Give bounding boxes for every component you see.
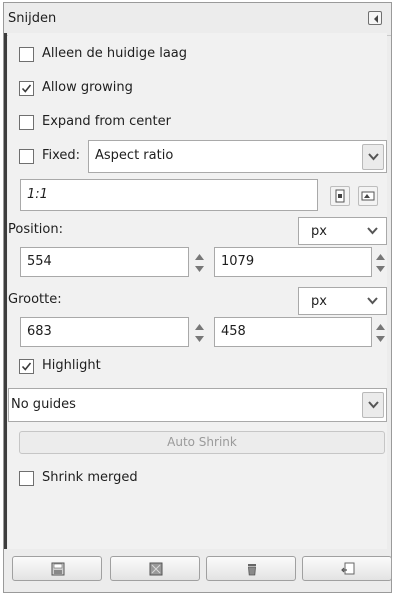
save-preset-icon [51,562,65,576]
save-preset-button[interactable] [12,556,102,581]
size-height-input[interactable]: 458 [214,317,372,347]
auto-shrink-button[interactable]: Auto Shrink [19,431,385,454]
highlight-label: Highlight [42,358,101,373]
chevron-down-icon[interactable] [362,220,384,242]
shrink-merged-label: Shrink merged [42,470,138,485]
allow-growing-label: Allow growing [42,80,133,95]
size-width-spinner-icon[interactable] [193,319,206,347]
tool-options-content: Alleen de huidige laag Allow growing Exp… [8,33,387,549]
checkmark-icon [21,362,32,371]
chevron-down-icon[interactable] [362,290,384,312]
expand-from-center-checkbox[interactable] [19,115,34,130]
guides-select[interactable]: No guides [8,388,387,422]
portrait-orientation-icon[interactable] [330,186,350,206]
size-height-spinner-icon[interactable] [374,319,387,347]
size-label: Grootte: [8,292,62,307]
fixed-label: Fixed: [42,148,81,163]
position-label: Position: [8,222,63,237]
size-height-value: 458 [221,324,246,339]
position-unit-select[interactable]: px [298,217,387,245]
tab-menu-icon[interactable] [368,11,382,25]
position-x-value: 554 [27,254,52,269]
position-x-input[interactable]: 554 [20,247,189,277]
landscape-orientation-icon[interactable] [358,186,378,206]
position-y-spinner-icon[interactable] [374,249,387,277]
size-unit-select[interactable]: px [298,287,387,315]
fixed-mode-value: Aspect ratio [95,148,174,163]
restore-preset-icon [149,562,163,576]
fixed-checkbox[interactable] [19,149,34,164]
position-unit-value: px [311,224,327,239]
delete-preset-icon [248,564,256,576]
size-width-input[interactable]: 683 [20,317,189,347]
guides-value: No guides [11,397,76,412]
highlight-checkbox[interactable] [19,359,34,374]
size-width-value: 683 [27,324,52,339]
fixed-mode-select[interactable]: Aspect ratio [88,140,387,173]
reset-button[interactable] [302,556,392,581]
restore-preset-button[interactable] [110,556,200,581]
position-y-input[interactable]: 1079 [214,247,372,277]
aspect-ratio-value: 1:1 [27,187,48,202]
expand-from-center-label: Expand from center [42,114,171,129]
shrink-merged-checkbox[interactable] [19,471,34,486]
panel-title: Snijden [8,11,57,26]
aspect-ratio-input[interactable]: 1:1 [20,179,318,211]
reset-icon [341,562,355,575]
delete-preset-button[interactable] [206,556,296,581]
panel-left-edge [4,33,7,549]
panel-titlebar: Snijden [4,3,391,36]
allow-growing-checkbox[interactable] [19,81,34,96]
current-layer-only-label: Alleen de huidige laag [42,46,187,61]
chevron-down-icon[interactable] [362,392,384,418]
chevron-down-icon[interactable] [362,144,384,170]
checkmark-icon [21,84,32,93]
panel-footer [8,549,392,589]
position-y-value: 1079 [221,254,255,269]
size-unit-value: px [311,294,327,309]
current-layer-only-checkbox[interactable] [19,47,34,62]
position-x-spinner-icon[interactable] [193,249,206,277]
